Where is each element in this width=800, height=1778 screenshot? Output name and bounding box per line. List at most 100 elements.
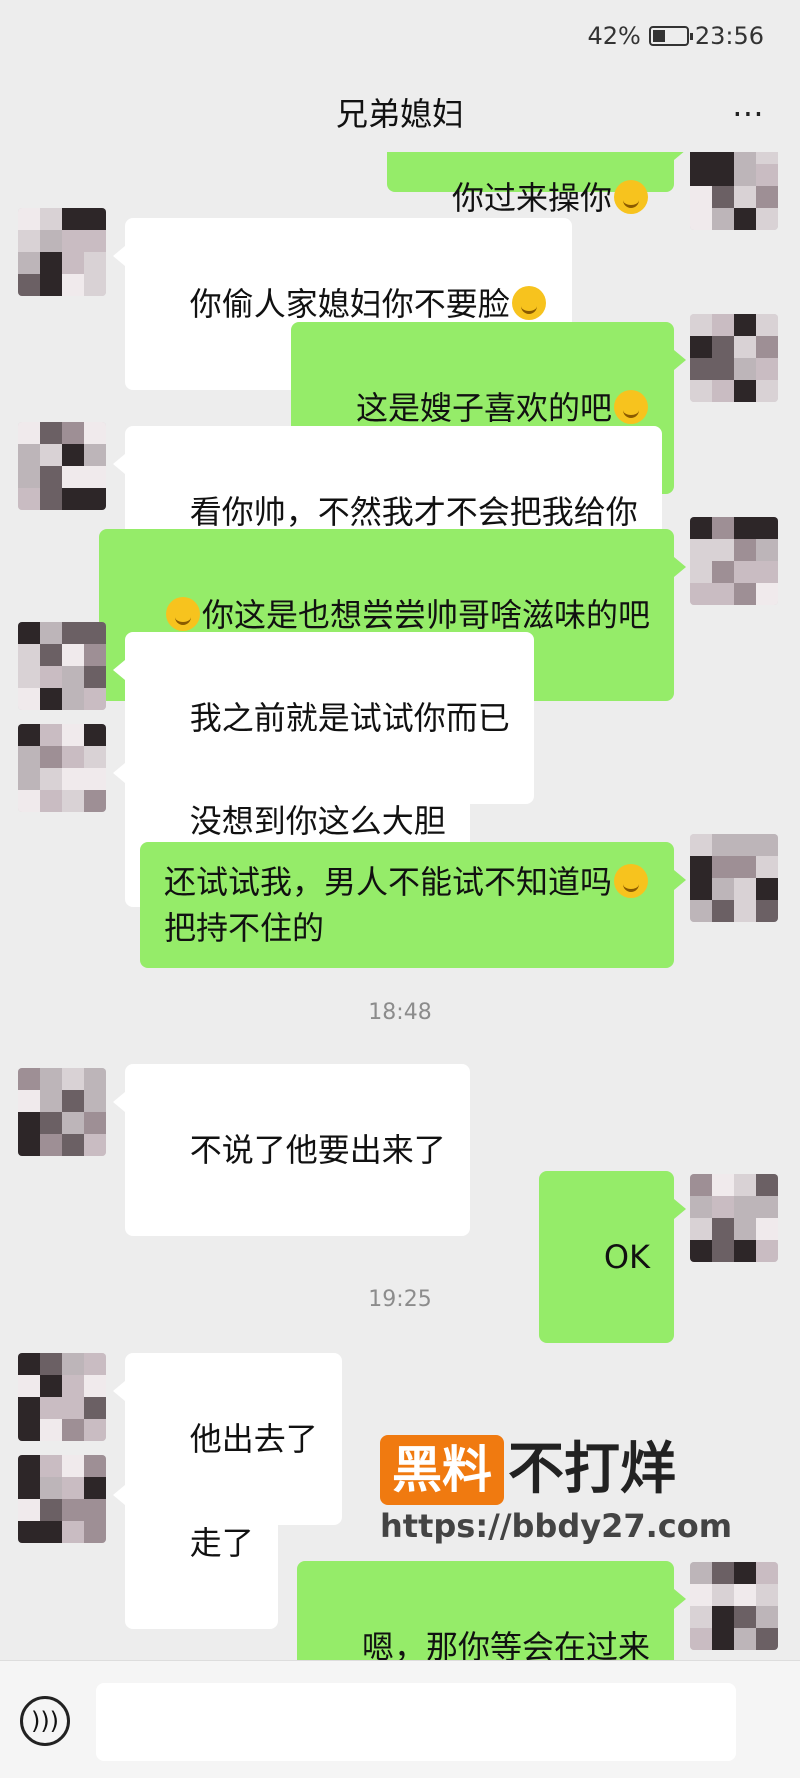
avatar-pixel bbox=[734, 1218, 756, 1240]
avatar-pixel bbox=[84, 1134, 106, 1156]
avatar-pixel bbox=[734, 1240, 756, 1262]
avatar-pixel bbox=[18, 208, 40, 230]
avatar-pixel bbox=[84, 488, 106, 510]
avatar-pixel bbox=[18, 422, 40, 444]
avatar-pixel bbox=[40, 1112, 62, 1134]
message-input[interactable] bbox=[96, 1683, 736, 1761]
my-avatar[interactable] bbox=[690, 517, 778, 605]
message-bubble[interactable]: 还试试我，男人不能试不知道吗 把持不住的 bbox=[139, 842, 687, 968]
avatar-pixel bbox=[690, 583, 712, 605]
my-avatar[interactable] bbox=[690, 834, 778, 922]
avatar-pixel bbox=[690, 208, 712, 230]
avatar-pixel bbox=[712, 1628, 734, 1650]
message-bubble[interactable]: OK bbox=[539, 1171, 686, 1343]
avatar-pixel bbox=[756, 900, 778, 922]
avatar-pixel bbox=[734, 1628, 756, 1650]
avatar-pixel bbox=[40, 1090, 62, 1112]
avatar-pixel bbox=[40, 274, 62, 296]
avatar-pixel bbox=[18, 622, 40, 644]
chat-title: 兄弟媳妇 bbox=[335, 95, 464, 133]
avatar-pixel bbox=[62, 666, 84, 688]
contact-avatar[interactable] bbox=[18, 1455, 106, 1543]
message-list[interactable]: 你过来操你 你偷人家媳妇你不要脸 这是嫂子喜欢的吧 看你帅，不然我才不会把我给你… bbox=[0, 152, 800, 1660]
avatar-pixel bbox=[18, 1521, 40, 1543]
input-bar: ))) bbox=[0, 1660, 800, 1778]
contact-avatar[interactable] bbox=[18, 208, 106, 296]
avatar-pixel bbox=[18, 1499, 40, 1521]
avatar-pixel bbox=[756, 561, 778, 583]
message-text: 你过来操你 bbox=[451, 179, 612, 217]
avatar-pixel bbox=[40, 688, 62, 710]
avatar-pixel bbox=[40, 1455, 62, 1477]
avatar-pixel bbox=[712, 1584, 734, 1606]
avatar-pixel bbox=[84, 1477, 106, 1499]
avatar-pixel bbox=[18, 230, 40, 252]
message-text: 还试试我，男人不能试不知道吗 bbox=[163, 863, 612, 901]
avatar-pixel bbox=[690, 186, 712, 208]
message-text: 看你帅，不然我才不会把我给你 bbox=[189, 493, 638, 531]
avatar-pixel bbox=[18, 1134, 40, 1156]
avatar-pixel bbox=[62, 488, 84, 510]
my-avatar[interactable] bbox=[690, 152, 778, 230]
contact-avatar[interactable] bbox=[18, 422, 106, 510]
avatar-pixel bbox=[84, 1353, 106, 1375]
avatar-pixel bbox=[40, 1499, 62, 1521]
message-bubble[interactable]: 不说了他要出来了 bbox=[113, 1064, 470, 1236]
avatar-pixel bbox=[84, 1090, 106, 1112]
avatar-pixel bbox=[690, 1584, 712, 1606]
avatar-pixel bbox=[712, 517, 734, 539]
contact-avatar[interactable] bbox=[18, 1068, 106, 1156]
avatar-pixel bbox=[62, 1477, 84, 1499]
avatar-pixel bbox=[756, 834, 778, 856]
message-bubble[interactable]: 你过来操你 bbox=[387, 152, 686, 217]
message-bubble[interactable]: 嗯，那你等会在过来 bbox=[297, 1561, 686, 1660]
avatar-pixel bbox=[62, 208, 84, 230]
avatar-pixel bbox=[734, 152, 756, 164]
avatar-pixel bbox=[62, 230, 84, 252]
avatar-pixel bbox=[712, 1562, 734, 1584]
voice-icon[interactable]: ))) bbox=[20, 1696, 70, 1746]
avatar-pixel bbox=[40, 644, 62, 666]
avatar-pixel bbox=[690, 1240, 712, 1262]
message-text: 你偷人家媳妇你不要脸 bbox=[189, 285, 510, 323]
avatar-pixel bbox=[756, 1196, 778, 1218]
more-icon[interactable]: ⋯ bbox=[732, 94, 766, 132]
avatar-pixel bbox=[756, 314, 778, 336]
avatar-pixel bbox=[62, 790, 84, 812]
avatar-pixel bbox=[62, 746, 84, 768]
contact-avatar[interactable] bbox=[18, 622, 106, 710]
avatar-pixel bbox=[84, 444, 106, 466]
avatar-pixel bbox=[40, 466, 62, 488]
avatar-pixel bbox=[62, 1090, 84, 1112]
contact-avatar[interactable] bbox=[18, 724, 106, 812]
avatar-pixel bbox=[40, 252, 62, 274]
avatar-pixel bbox=[84, 230, 106, 252]
my-avatar[interactable] bbox=[690, 1174, 778, 1262]
avatar-pixel bbox=[40, 622, 62, 644]
avatar-pixel bbox=[84, 274, 106, 296]
avatar-pixel bbox=[84, 1419, 106, 1441]
avatar-pixel bbox=[84, 644, 106, 666]
avatar-pixel bbox=[84, 422, 106, 444]
avatar-pixel bbox=[734, 539, 756, 561]
avatar-pixel bbox=[756, 539, 778, 561]
avatar-pixel bbox=[62, 724, 84, 746]
my-avatar[interactable] bbox=[690, 1562, 778, 1650]
avatar-pixel bbox=[84, 688, 106, 710]
message-text: 不说了他要出来了 bbox=[189, 1131, 446, 1169]
avatar-pixel bbox=[62, 1375, 84, 1397]
avatar-pixel bbox=[712, 1196, 734, 1218]
contact-avatar[interactable] bbox=[18, 1353, 106, 1441]
avatar-pixel bbox=[84, 746, 106, 768]
avatar-pixel bbox=[712, 878, 734, 900]
avatar-pixel bbox=[734, 878, 756, 900]
avatar-pixel bbox=[690, 358, 712, 380]
my-avatar[interactable] bbox=[690, 314, 778, 402]
message-bubble[interactable]: 走了 bbox=[113, 1457, 278, 1629]
avatar-pixel bbox=[18, 1375, 40, 1397]
avatar-pixel bbox=[690, 1562, 712, 1584]
message-text: 嗯，那你等会在过来 bbox=[361, 1628, 650, 1660]
avatar-pixel bbox=[18, 488, 40, 510]
avatar-pixel bbox=[18, 666, 40, 688]
avatar-pixel bbox=[734, 380, 756, 402]
